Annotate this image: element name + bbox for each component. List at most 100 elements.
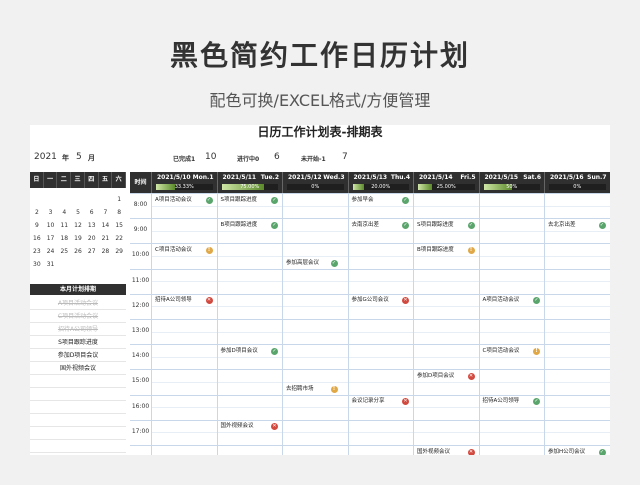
time-label: 16:00 bbox=[131, 402, 150, 410]
calendar-day[interactable]: 18 bbox=[57, 232, 71, 245]
event-name: 参加D项目会议 bbox=[417, 372, 455, 379]
time-label: 13:00 bbox=[131, 327, 150, 334]
calendar-day[interactable]: 10 bbox=[44, 219, 58, 232]
calendar-day[interactable]: 12 bbox=[71, 219, 85, 232]
calendar-day[interactable]: 2 bbox=[30, 206, 44, 219]
schedule-event[interactable]: C项目活动会议! bbox=[479, 346, 545, 356]
calendar-day[interactable]: 5 bbox=[71, 206, 85, 219]
event-name: A项目活动会议 bbox=[155, 196, 192, 203]
calendar-day[interactable]: 23 bbox=[30, 245, 44, 258]
stat-done-label: 已完成1 bbox=[173, 156, 196, 163]
calendar-day[interactable]: 30 bbox=[30, 258, 44, 271]
check-icon: ✓ bbox=[467, 221, 475, 229]
year-value[interactable]: 2021 bbox=[34, 152, 57, 162]
check-icon: ✓ bbox=[598, 448, 606, 455]
time-label: 17:00 bbox=[131, 427, 150, 435]
schedule-event[interactable]: 会议记录分享 ✕ bbox=[348, 396, 414, 406]
calendar-day[interactable]: 11 bbox=[57, 219, 71, 232]
schedule-event[interactable]: 参加H公司会议 ✓ bbox=[544, 447, 610, 455]
event-name: 参加D项目会议 bbox=[220, 347, 258, 354]
grid-line bbox=[130, 268, 610, 270]
schedule-event[interactable]: 国外视频会议 ✕ bbox=[217, 421, 283, 431]
day-date: 2021/5/16 bbox=[550, 174, 584, 181]
warning-icon: ! bbox=[533, 347, 540, 355]
schedule-event[interactable]: 参加D项目会议 ✕ bbox=[413, 371, 479, 381]
check-icon: ✓ bbox=[330, 259, 338, 267]
event-name: 去招聘市场 bbox=[286, 385, 314, 392]
check-icon: ✓ bbox=[271, 196, 278, 204]
calendar-day bbox=[57, 193, 71, 206]
schedule-event[interactable]: 参加G公司会议 ✕ bbox=[348, 295, 414, 305]
plan-empty-row bbox=[30, 440, 126, 453]
schedule-event[interactable]: S项目跟踪进度 ✓ bbox=[217, 195, 283, 205]
schedule-event[interactable]: 招待A公司领导 ✕ bbox=[151, 295, 217, 305]
grid-column-line bbox=[282, 193, 283, 455]
schedule-event[interactable]: 参加早会 ✓ bbox=[348, 195, 414, 205]
calendar-day[interactable]: 17 bbox=[44, 232, 58, 245]
schedule-event[interactable]: A项目活动会议 ✓ bbox=[151, 195, 217, 205]
plan-item[interactable]: 参加D项目会议 bbox=[30, 349, 126, 362]
calendar-day[interactable]: 28 bbox=[99, 245, 113, 258]
plan-item[interactable]: S项目跟踪进度 bbox=[30, 336, 126, 349]
calendar-day[interactable]: 1 bbox=[112, 193, 126, 206]
calendar-day[interactable]: 21 bbox=[99, 232, 113, 245]
calendar-day[interactable]: 19 bbox=[71, 232, 85, 245]
day-date: 2021/5/13 bbox=[353, 174, 388, 181]
calendar-day[interactable]: 22 bbox=[112, 232, 126, 245]
calendar-day[interactable]: 13 bbox=[85, 219, 99, 232]
plan-empty-row bbox=[30, 375, 126, 388]
schedule-event[interactable]: S项目跟踪进度 ✓ bbox=[413, 220, 479, 230]
schedule-event[interactable]: 参加D项目会议 ✓ bbox=[217, 346, 283, 356]
calendar-day[interactable]: 14 bbox=[99, 219, 113, 232]
plan-item[interactable]: C项目活动会议 bbox=[30, 310, 126, 323]
schedule-event[interactable]: 去招聘市场! bbox=[282, 384, 348, 394]
schedule-event[interactable]: 参加高层会议 ✓ bbox=[282, 258, 348, 268]
grid-line bbox=[130, 319, 610, 320]
plan-item[interactable]: 招待A公司领导 bbox=[30, 323, 126, 336]
grid-line bbox=[151, 256, 610, 257]
plan-empty-row bbox=[30, 427, 126, 440]
calendar-day[interactable]: 3 bbox=[44, 206, 58, 219]
weekday-tue: 二 bbox=[57, 172, 72, 188]
month-value[interactable]: 5 bbox=[76, 152, 82, 162]
schedule-event[interactable]: 招待A公司领导 ✓ bbox=[479, 396, 545, 406]
calendar-day[interactable]: 7 bbox=[99, 206, 113, 219]
calendar-day[interactable]: 25 bbox=[57, 245, 71, 258]
check-icon: ✓ bbox=[402, 221, 409, 229]
calendar-day[interactable]: 27 bbox=[85, 245, 99, 258]
calendar-day[interactable]: 24 bbox=[44, 245, 58, 258]
event-name: 会议记录分享 bbox=[351, 398, 385, 405]
month-unit: 月 bbox=[88, 154, 95, 162]
schedule-event[interactable]: B项目跟踪进度 ✓ bbox=[217, 220, 283, 230]
calendar-day[interactable]: 6 bbox=[85, 206, 99, 219]
plan-item[interactable]: 国外视频会议 bbox=[30, 362, 126, 375]
grid-line bbox=[151, 382, 610, 383]
event-name: 参加早会 bbox=[351, 196, 374, 203]
calendar-day[interactable]: 15 bbox=[112, 219, 126, 232]
schedule-event[interactable]: C项目活动会议! bbox=[151, 245, 217, 255]
calendar-day[interactable]: 9 bbox=[30, 219, 44, 232]
schedule-event[interactable]: 国外视频会议 ✕ bbox=[413, 447, 479, 455]
time-label: 12:00 bbox=[131, 301, 150, 309]
calendar-day[interactable]: 8 bbox=[112, 206, 126, 219]
schedule-event[interactable]: 去南京出差 ✓ bbox=[348, 220, 414, 230]
calendar-day[interactable]: 31 bbox=[44, 258, 58, 271]
calendar-day[interactable]: 16 bbox=[30, 232, 44, 245]
calendar-day[interactable]: 20 bbox=[85, 232, 99, 245]
calendar-day[interactable]: 4 bbox=[57, 206, 71, 219]
day-date: 2021/5/12 bbox=[288, 174, 322, 181]
time-label: 10:00 bbox=[131, 251, 150, 259]
schedule-event[interactable]: A项目活动会议 ✓ bbox=[479, 295, 545, 305]
grid-column-line bbox=[544, 193, 545, 455]
day-header: 2021/5/15 Sat.6 50% bbox=[478, 172, 544, 193]
calendar-day[interactable]: 26 bbox=[71, 245, 85, 258]
day-date: 2021/5/11 bbox=[222, 174, 257, 181]
calendar-day[interactable]: 29 bbox=[112, 245, 126, 258]
schedule-event[interactable]: 去北京出差 ✓ bbox=[544, 220, 610, 230]
calendar-day bbox=[85, 258, 99, 271]
grid-line bbox=[151, 306, 610, 308]
grid-column-line bbox=[347, 193, 349, 455]
plan-empty-row bbox=[30, 414, 126, 427]
plan-item[interactable]: A项目活动会议 bbox=[30, 297, 126, 310]
schedule-event[interactable]: B项目跟踪进度! bbox=[413, 245, 479, 255]
